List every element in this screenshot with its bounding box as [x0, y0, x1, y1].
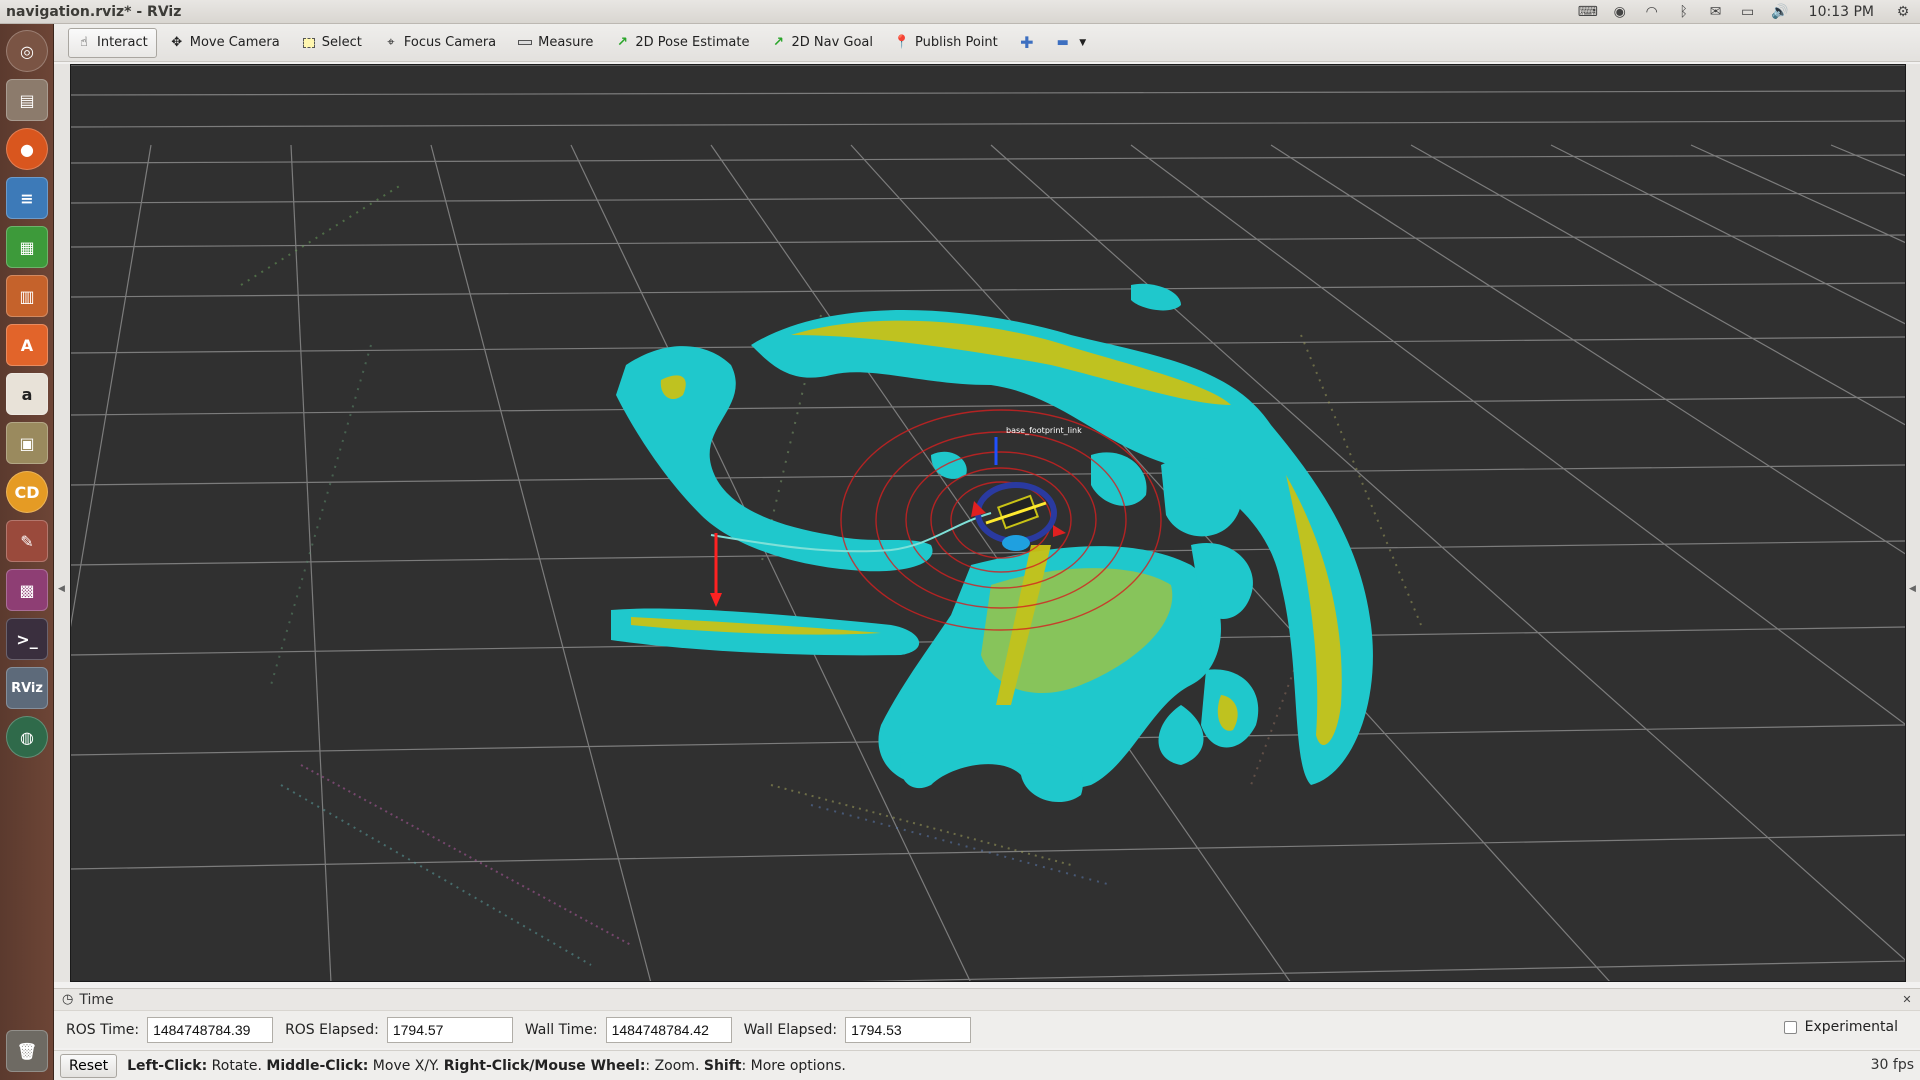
close-icon[interactable]: ✕ [1900, 992, 1914, 1006]
firefox-icon[interactable]: ● [6, 128, 48, 170]
experimental-label: Experimental [1804, 1019, 1898, 1035]
mail-icon[interactable]: ✉ [1707, 3, 1725, 21]
experimental-toggle[interactable]: Experimental [1783, 1019, 1898, 1035]
toolbar: ☝ Interact ✥ Move Camera Select ⌖ Focus … [54, 24, 1920, 62]
tool-2d-nav-goal[interactable]: ↗ 2D Nav Goal [762, 28, 882, 58]
screenshot-icon[interactable]: ▩ [6, 569, 48, 611]
tool-publish-point[interactable]: 📍 Publish Point [886, 28, 1007, 58]
wall-time-field[interactable] [605, 1017, 732, 1043]
archive-icon[interactable]: ▣ [6, 422, 48, 464]
time-panel: ◷ Time ✕ ROS Time: ROS Elapsed: Wall Tim… [54, 988, 1920, 1048]
settings-tools-icon[interactable]: ✎ [6, 520, 48, 562]
ruler-icon [518, 36, 533, 50]
wifi-icon[interactable]: ◠ [1643, 3, 1661, 21]
wall-elapsed-field[interactable] [845, 1017, 972, 1043]
tool-select[interactable]: Select [293, 28, 371, 58]
experimental-checkbox[interactable] [1783, 1020, 1797, 1034]
tool-move-camera[interactable]: ✥ Move Camera [161, 28, 289, 58]
reset-button[interactable]: Reset [60, 1053, 118, 1078]
hand-pointer-icon: ☝ [80, 35, 88, 50]
disc-icon[interactable]: CD [6, 471, 48, 513]
status-bar: Reset Left-Click: Rotate. Middle-Click: … [54, 1050, 1920, 1080]
time-panel-title: Time [79, 991, 114, 1008]
time-row: ROS Time: ROS Elapsed: Wall Time: Wall E… [54, 1011, 1920, 1049]
trash-icon[interactable]: 🗑 [6, 1030, 48, 1072]
map-pin-icon: 📍 [893, 35, 911, 50]
tool-focus-camera[interactable]: ⌖ Focus Camera [375, 28, 505, 58]
axis-marker [710, 533, 722, 607]
select-rectangle-icon [302, 36, 316, 50]
gazebo-icon[interactable]: ◍ [6, 716, 48, 758]
chevron-left-icon: ◀ [58, 584, 65, 594]
tool-interact[interactable]: ☝ Interact [68, 27, 157, 58]
right-dock-splitter[interactable]: ◀ [1906, 64, 1920, 982]
robot-label: base_footprint_link [1006, 426, 1082, 435]
ros-elapsed-field[interactable] [386, 1017, 513, 1043]
ubuntu-dash-icon[interactable]: ◎ [6, 30, 48, 72]
costmap-inflation-layer [611, 283, 1373, 803]
keyboard-icon[interactable]: ⌨ [1578, 3, 1598, 21]
software-center-icon[interactable]: A [6, 324, 48, 366]
ros-time-label: ROS Time: [66, 1022, 140, 1038]
ros-elapsed-label: ROS Elapsed: [285, 1022, 379, 1038]
wall-time-label: Wall Time: [524, 1022, 598, 1038]
volume-icon[interactable]: 🔊 [1771, 3, 1789, 21]
globe-icon[interactable]: ◉ [1611, 3, 1629, 21]
ros-time-field[interactable] [147, 1017, 274, 1043]
3d-render-view[interactable]: base_footprint_link [70, 64, 1906, 982]
focus-crosshair-icon: ⌖ [387, 35, 395, 50]
tool-2d-pose-estimate[interactable]: ↗ 2D Pose Estimate [606, 28, 758, 58]
plus-icon: ✚ [1020, 33, 1034, 52]
amazon-icon[interactable]: a [6, 373, 48, 415]
scene-svg: base_footprint_link [71, 65, 1905, 981]
system-tray: ⌨ ◉ ◠ ᛒ ✉ ▭ 🔊 10:13 PM ⚙ [1578, 0, 1920, 24]
fps-counter: 30 fps [1870, 1057, 1914, 1073]
time-panel-header: ◷ Time ✕ [54, 989, 1920, 1011]
add-tool-button[interactable]: ✚ [1011, 28, 1043, 58]
rviz-icon[interactable]: RViz [6, 667, 48, 709]
chevron-left-icon: ◀ [1909, 584, 1916, 594]
help-text: Left-Click: Rotate. Middle-Click: Move X… [127, 1057, 846, 1074]
bluetooth-icon[interactable]: ᛒ [1675, 3, 1693, 21]
calc-icon[interactable]: ▦ [6, 226, 48, 268]
gear-icon[interactable]: ⚙ [1894, 3, 1912, 21]
writer-icon[interactable]: ≡ [6, 177, 48, 219]
green-arrow-icon: ↗ [773, 35, 784, 50]
minus-icon: ▬ [1056, 35, 1069, 50]
terminal-icon[interactable]: >_ [6, 618, 48, 660]
impress-icon[interactable]: ▥ [6, 275, 48, 317]
green-arrow-icon: ↗ [616, 35, 628, 50]
clock-icon: ◷ [62, 992, 74, 1007]
launcher: ◎ ▤ ● ≡ ▦ ▥ A a ▣ CD ✎ ▩ >_ RViz ◍ 🗑 [0, 24, 54, 1080]
left-dock-splitter[interactable]: ◀ [54, 64, 70, 982]
wall-elapsed-label: Wall Elapsed: [743, 1022, 838, 1038]
files-icon[interactable]: ▤ [6, 79, 48, 121]
remove-tool-button[interactable]: ▬ ▼ [1047, 28, 1099, 58]
chevron-down-icon: ▼ [1079, 37, 1087, 48]
tool-measure[interactable]: Measure [509, 28, 602, 58]
battery-icon[interactable]: ▭ [1739, 3, 1757, 21]
clock[interactable]: 10:13 PM [1809, 4, 1874, 20]
top-panel: navigation.rviz* - RViz ⌨ ◉ ◠ ᛒ ✉ ▭ 🔊 10… [0, 0, 1920, 24]
move-arrows-icon: ✥ [171, 35, 183, 50]
window-title: navigation.rviz* - RViz [6, 3, 182, 20]
